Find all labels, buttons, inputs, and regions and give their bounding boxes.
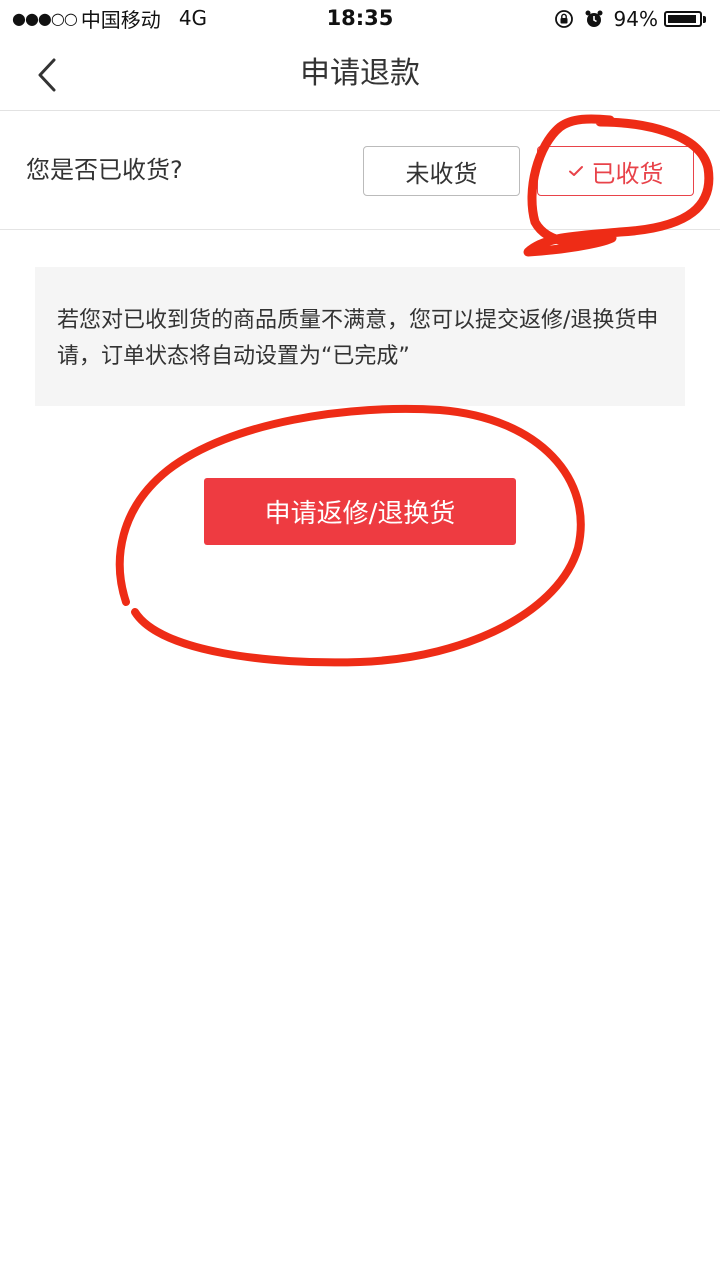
received-status-row: 您是否已收货? 未收货 已收货	[0, 111, 720, 230]
apply-repair-exchange-button[interactable]: 申请返修/退换货	[204, 478, 516, 545]
page-title: 申请退款	[300, 56, 420, 91]
not-received-option[interactable]: 未收货	[363, 146, 520, 196]
not-received-label: 未收货	[405, 159, 478, 188]
battery-percent: 94%	[613, 7, 658, 31]
battery-level	[668, 15, 696, 23]
orientation-lock-icon	[554, 10, 573, 28]
apply-repair-exchange-label: 申请返修/退换货	[264, 499, 456, 529]
check-icon	[568, 166, 583, 176]
battery-tip	[703, 15, 706, 23]
battery-icon	[664, 11, 702, 27]
received-label: 已收货	[591, 159, 664, 188]
alarm-icon	[585, 10, 603, 27]
received-option[interactable]: 已收货	[537, 146, 694, 196]
info-text: 若您对已收到货的商品质量不满意，您可以提交返修/退换货申请，订单状态将自动设置为…	[57, 308, 659, 369]
received-question-label: 您是否已收货?	[26, 156, 183, 184]
navigation-bar: 申请退款	[0, 38, 720, 111]
status-bar: ●●●○○ 中国移动 4G 18:35 94%	[0, 0, 720, 38]
status-right: 94%	[554, 6, 706, 32]
info-box: 若您对已收到货的商品质量不满意，您可以提交返修/退换货申请，订单状态将自动设置为…	[35, 267, 685, 406]
